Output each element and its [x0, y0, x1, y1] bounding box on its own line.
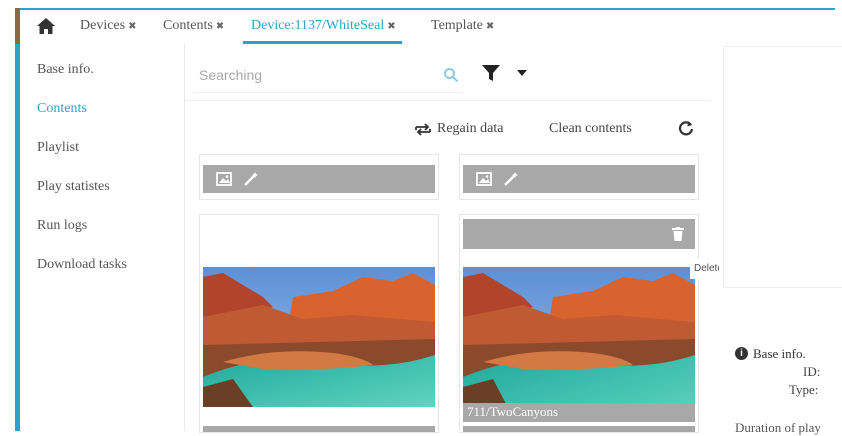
image-icon[interactable]	[476, 172, 492, 186]
image-icon[interactable]	[216, 172, 232, 186]
details-panel: i Base info. ID: Type: Duration of play	[719, 44, 842, 435]
tab-contents[interactable]: Contents ✖	[163, 8, 224, 43]
sidebar-item-base-info[interactable]: Base info.	[37, 62, 94, 78]
tab-device-whiteseal[interactable]: Device:1137/WhiteSeal ✖	[243, 8, 402, 44]
tab-label: Template	[431, 18, 483, 33]
sidebar-item-run-logs[interactable]: Run logs	[37, 218, 87, 234]
card-toolbar	[463, 219, 695, 249]
sidebar-item-download-tasks[interactable]: Download tasks	[37, 257, 127, 273]
divider	[185, 100, 711, 101]
filter-icon[interactable]	[481, 64, 501, 82]
card-toolbar	[203, 165, 435, 193]
trash-icon[interactable]	[672, 227, 684, 241]
content-thumbnail[interactable]	[203, 267, 435, 407]
content-card[interactable]	[199, 214, 439, 433]
magic-wand-icon[interactable]	[243, 172, 259, 186]
contents-panel: Regain data Clean contents	[184, 44, 720, 433]
search-icon[interactable]	[443, 67, 459, 83]
canyon-image	[463, 267, 695, 422]
card-bottom-bar	[203, 426, 435, 432]
info-icon: i	[735, 347, 748, 360]
close-icon[interactable]: ✖	[216, 21, 224, 32]
tab-devices[interactable]: Devices ✖	[80, 8, 136, 43]
search-box	[193, 58, 463, 93]
id-label: ID:	[803, 364, 821, 379]
regain-data-button[interactable]: Regain data	[437, 121, 503, 137]
content-caption: 711/TwoCanyons	[467, 404, 559, 419]
content-thumbnail[interactable]: 711/TwoCanyons	[463, 267, 695, 422]
sidebar: Base info. Contents Playlist Play statis…	[20, 44, 184, 431]
tab-template[interactable]: Template ✖	[431, 8, 494, 43]
duration-label: Duration of play	[735, 420, 821, 435]
canyon-image	[203, 267, 435, 407]
regain-icon[interactable]	[414, 123, 432, 136]
tab-label: Contents	[163, 18, 213, 33]
type-label: Type:	[789, 382, 819, 397]
tab-bar-top-line	[20, 8, 835, 10]
sidebar-item-play-statistes[interactable]: Play statistes	[37, 179, 110, 195]
close-icon[interactable]: ✖	[387, 21, 395, 32]
card-bottom-bar	[463, 426, 695, 432]
base-info-heading: Base info.	[753, 346, 806, 361]
content-card-top-left	[199, 154, 439, 200]
tab-bar: Devices ✖ Contents ✖ Device:1137/WhiteSeal…	[20, 8, 842, 45]
close-icon[interactable]: ✖	[486, 21, 494, 32]
content-card[interactable]: 711/TwoCanyons	[459, 214, 699, 433]
tab-label: Devices	[80, 18, 126, 33]
sidebar-item-contents[interactable]: Contents	[37, 101, 87, 117]
home-icon[interactable]	[36, 17, 56, 35]
tab-label: Device:1137/WhiteSeal	[251, 18, 385, 33]
clean-contents-button[interactable]: Clean contents	[549, 121, 632, 137]
magic-wand-icon[interactable]	[503, 172, 519, 186]
refresh-icon[interactable]	[678, 120, 694, 136]
content-card-top-right	[459, 154, 699, 200]
close-icon[interactable]: ✖	[128, 21, 136, 32]
card-toolbar	[463, 165, 695, 193]
search-input[interactable]	[199, 65, 409, 85]
caret-down-icon[interactable]	[517, 69, 527, 77]
preview-area	[723, 46, 842, 288]
sidebar-item-playlist[interactable]: Playlist	[37, 140, 79, 156]
